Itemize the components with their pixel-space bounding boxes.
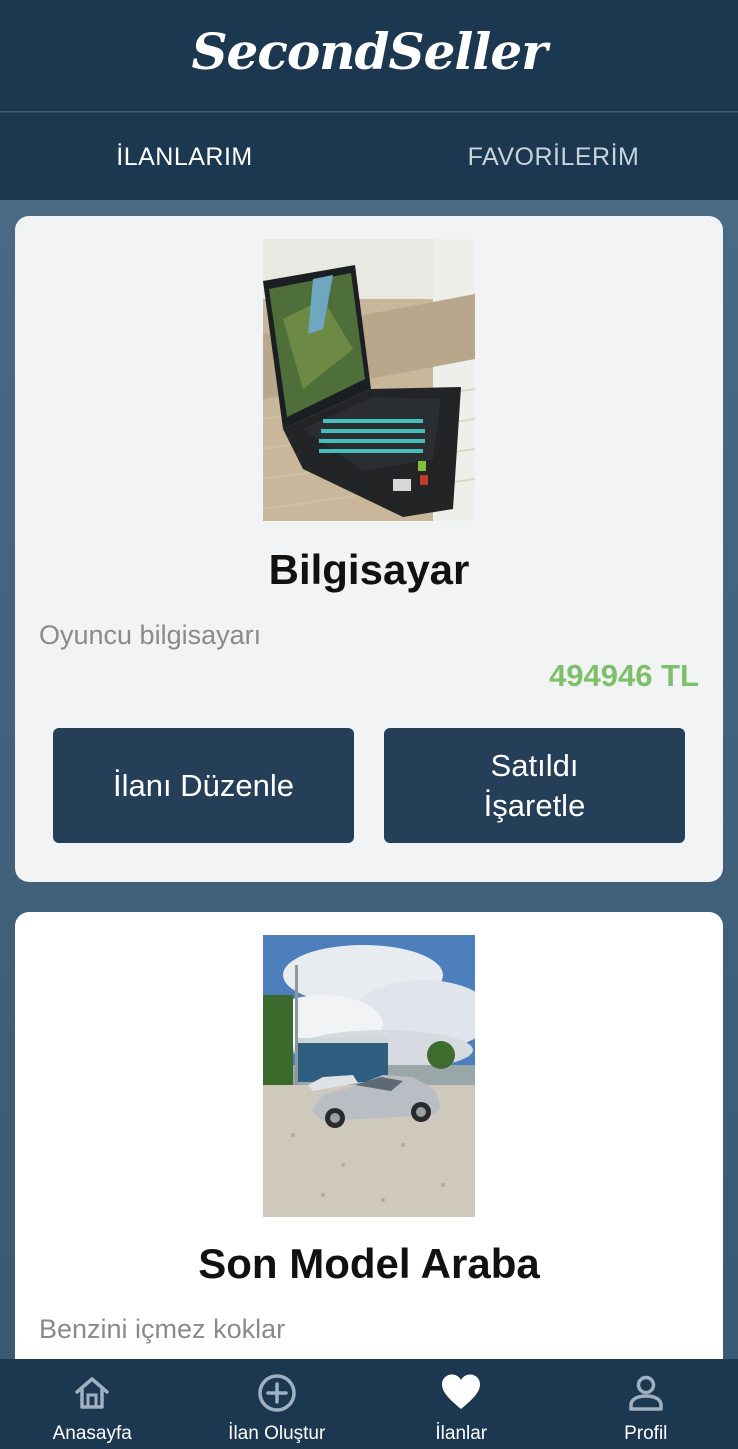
listing-description: Benzini içmez koklar (39, 1314, 286, 1344)
mark-sold-button[interactable]: Satıldı İşaretle (384, 728, 685, 843)
nav-create-listing[interactable]: İlan Oluştur (185, 1359, 370, 1449)
listings-scroll-area[interactable]: Bilgisayar Oyuncu bilgisayarı 494946 TL … (0, 200, 738, 1359)
nav-create-listing-label: İlan Oluştur (228, 1423, 326, 1444)
mark-sold-label-line1: Satıldı (490, 747, 579, 783)
add-circle-icon (258, 1374, 296, 1412)
mark-sold-label-line2: İşaretle (483, 787, 586, 823)
listing-title: Bilgisayar (268, 546, 470, 593)
laptop-photo (263, 239, 475, 521)
listing-title: Son Model Araba (198, 1240, 540, 1287)
app-header: SecondSeller (0, 0, 738, 111)
bottom-navigation: Anasayfa İlan Oluştur İlanlar Profil (0, 1359, 738, 1449)
edit-listing-label: İlanı Düzenle (113, 767, 294, 803)
nav-profile-label: Profil (624, 1423, 668, 1444)
heart-icon (442, 1374, 481, 1409)
tab-my-listings[interactable]: İLANLARIM (0, 113, 369, 201)
listing-card: Son Model Araba Benzini içmez koklar (15, 912, 723, 1359)
home-icon (75, 1377, 109, 1409)
tab-favorites[interactable]: FAVORİLERİM (369, 113, 738, 201)
nav-listings-label: İlanlar (435, 1423, 488, 1444)
tab-bar: İLANLARIM FAVORİLERİM (0, 112, 738, 201)
listing-price: 494946 TL (549, 658, 699, 693)
listing-card: Bilgisayar Oyuncu bilgisayarı 494946 TL … (15, 216, 723, 882)
edit-listing-button[interactable]: İlanı Düzenle (53, 728, 354, 843)
person-icon (629, 1375, 663, 1411)
nav-home[interactable]: Anasayfa (0, 1359, 185, 1449)
nav-profile[interactable]: Profil (554, 1359, 738, 1449)
nav-home-label: Anasayfa (52, 1423, 132, 1444)
nav-listings[interactable]: İlanlar (369, 1359, 554, 1449)
brand-logo: SecondSeller (191, 22, 547, 81)
listing-description: Oyuncu bilgisayarı (39, 620, 262, 650)
car-photo (263, 935, 475, 1217)
